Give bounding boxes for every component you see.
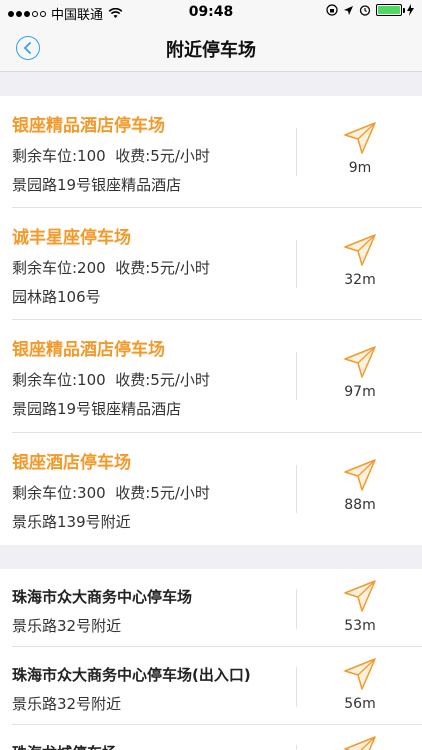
parking-address: 景园路19号银座精品酒店 <box>12 176 182 194</box>
paper-plane-icon <box>344 658 376 690</box>
parking-name: 珠海龙城停车场 <box>12 742 117 750</box>
parking-fee: 收费:5元/小时 <box>115 484 210 502</box>
navigate-button[interactable]: 53m <box>330 578 390 634</box>
distance: 97m <box>344 384 376 400</box>
distance: 88m <box>344 497 376 513</box>
parking-address: 景乐路32号附近 <box>12 695 122 713</box>
paper-plane-icon <box>344 122 376 154</box>
parking-address: 园林路106号 <box>12 288 101 306</box>
orientation-lock-icon <box>326 4 338 16</box>
status-bar: 中国联通 09:48 <box>0 0 422 24</box>
parking-name: 银座精品酒店停车场 <box>12 116 165 136</box>
remaining-spaces: 剩余车位:200 <box>12 259 106 277</box>
paper-plane-icon <box>344 580 376 612</box>
navigate-button[interactable]: 88m <box>330 457 390 513</box>
distance: 56m <box>344 696 376 712</box>
parking-address: 景乐路32号附近 <box>12 617 122 635</box>
parking-list-item[interactable]: 诚丰星座停车场 剩余车位:200 收费:5元/小时 园林路106号 32m <box>0 208 422 320</box>
divider <box>296 745 297 750</box>
parking-name: 珠海市众大商务中心停车场(出入口) <box>12 666 251 684</box>
divider <box>296 465 297 513</box>
navigation-bar: 附近停车场 <box>0 24 422 72</box>
page-title: 附近停车场 <box>166 40 256 61</box>
parking-address: 景园路19号银座精品酒店 <box>12 400 182 418</box>
navigate-button[interactable]: 9m <box>330 120 390 176</box>
parking-fee: 收费:5元/小时 <box>115 371 210 389</box>
remaining-spaces: 剩余车位:100 <box>12 371 106 389</box>
remaining-spaces: 剩余车位:300 <box>12 484 106 502</box>
divider <box>296 128 297 176</box>
charging-icon <box>407 4 414 16</box>
parking-fee: 收费:5元/小时 <box>115 147 210 165</box>
paper-plane-icon <box>344 346 376 378</box>
parking-fee: 收费:5元/小时 <box>115 259 210 277</box>
parking-list-item[interactable]: 珠海龙城停车场 <box>0 725 422 750</box>
distance: 32m <box>344 272 376 288</box>
parking-address: 景乐路139号附近 <box>12 513 131 531</box>
paper-plane-icon <box>344 234 376 266</box>
paper-plane-icon <box>344 459 376 491</box>
parking-list-item[interactable]: 珠海市众大商务中心停车场(出入口) 景乐路32号附近 56m <box>0 647 422 725</box>
navigate-button[interactable]: 97m <box>330 344 390 400</box>
parking-name: 银座酒店停车场 <box>12 453 131 473</box>
divider <box>296 352 297 400</box>
navigate-button[interactable]: 32m <box>330 232 390 288</box>
divider <box>296 667 297 707</box>
paper-plane-icon <box>344 736 376 750</box>
navigate-button[interactable] <box>330 734 390 750</box>
battery-icon <box>376 4 405 16</box>
distance: 9m <box>348 160 372 176</box>
parking-list-item[interactable]: 银座精品酒店停车场 剩余车位:100 收费:5元/小时 景园路19号银座精品酒店… <box>0 320 422 433</box>
parking-list-item[interactable]: 珠海市众大商务中心停车场 景乐路32号附近 53m <box>0 569 422 647</box>
status-right <box>326 4 414 16</box>
parking-list-item[interactable]: 银座精品酒店停车场 剩余车位:100 收费:5元/小时 景园路19号银座精品酒店… <box>0 96 422 208</box>
nearby-parking-list: 珠海市众大商务中心停车场 景乐路32号附近 53m 珠海市众大商务中心停车场(出… <box>0 569 422 750</box>
remaining-spaces: 剩余车位:100 <box>12 147 106 165</box>
divider <box>296 240 297 288</box>
parking-list-item[interactable]: 银座酒店停车场 剩余车位:300 收费:5元/小时 景乐路139号附近 88m <box>0 433 422 545</box>
divider <box>296 589 297 629</box>
featured-parking-list: 银座精品酒店停车场 剩余车位:100 收费:5元/小时 景园路19号银座精品酒店… <box>0 96 422 545</box>
navigate-button[interactable]: 56m <box>330 656 390 712</box>
location-icon <box>344 5 353 15</box>
distance: 53m <box>344 618 376 634</box>
parking-name: 诚丰星座停车场 <box>12 228 131 248</box>
parking-name: 银座精品酒店停车场 <box>12 340 165 360</box>
parking-name: 珠海市众大商务中心停车场 <box>12 588 193 606</box>
alarm-icon <box>359 5 371 16</box>
